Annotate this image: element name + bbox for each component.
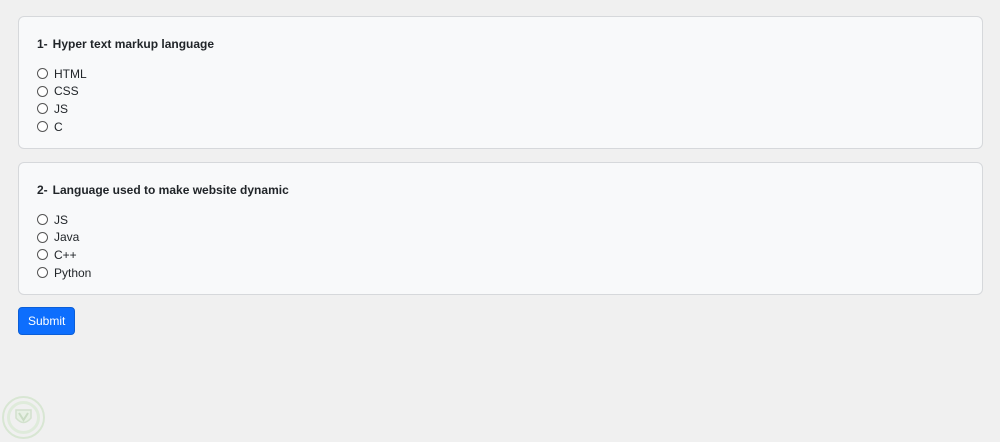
option-label: Python bbox=[54, 265, 92, 280]
radio-button[interactable] bbox=[37, 267, 48, 279]
radio-button[interactable] bbox=[37, 214, 48, 226]
answer-option[interactable]: Java bbox=[37, 229, 964, 247]
question-text: Language used to make website dynamic bbox=[52, 183, 289, 197]
question-title: 1- Hyper text markup language bbox=[37, 37, 964, 51]
answer-option[interactable]: Python bbox=[37, 264, 964, 282]
quiz-form: 1- Hyper text markup language HTML CSS J… bbox=[18, 16, 983, 335]
radio-button[interactable] bbox=[37, 85, 48, 97]
option-label: JS bbox=[54, 101, 69, 116]
radio-button[interactable] bbox=[37, 249, 48, 261]
question-number: 2- bbox=[37, 183, 48, 197]
radio-button[interactable] bbox=[37, 231, 48, 243]
option-label: C bbox=[54, 119, 63, 134]
shield-logo-icon bbox=[2, 396, 45, 439]
radio-button[interactable] bbox=[37, 103, 48, 115]
radio-button[interactable] bbox=[37, 68, 48, 80]
option-label: HTML bbox=[54, 66, 87, 81]
question-card-2: 2- Language used to make website dynamic… bbox=[18, 162, 983, 295]
submit-button[interactable]: Submit bbox=[18, 307, 76, 335]
option-label: Java bbox=[54, 230, 80, 245]
option-label: CSS bbox=[54, 84, 79, 99]
answer-option[interactable]: C bbox=[37, 118, 964, 136]
question-number: 1- bbox=[37, 37, 48, 51]
answer-option[interactable]: CSS bbox=[37, 83, 964, 101]
answer-option[interactable]: JS bbox=[37, 100, 964, 118]
answer-option[interactable]: HTML bbox=[37, 65, 964, 83]
answer-option[interactable]: JS bbox=[37, 211, 964, 229]
option-label: JS bbox=[54, 212, 69, 227]
question-title: 2- Language used to make website dynamic bbox=[37, 183, 964, 197]
option-label: C++ bbox=[54, 247, 77, 262]
radio-button[interactable] bbox=[37, 121, 48, 133]
answer-option[interactable]: C++ bbox=[37, 246, 964, 264]
question-card-1: 1- Hyper text markup language HTML CSS J… bbox=[18, 16, 983, 149]
question-text: Hyper text markup language bbox=[52, 37, 215, 51]
